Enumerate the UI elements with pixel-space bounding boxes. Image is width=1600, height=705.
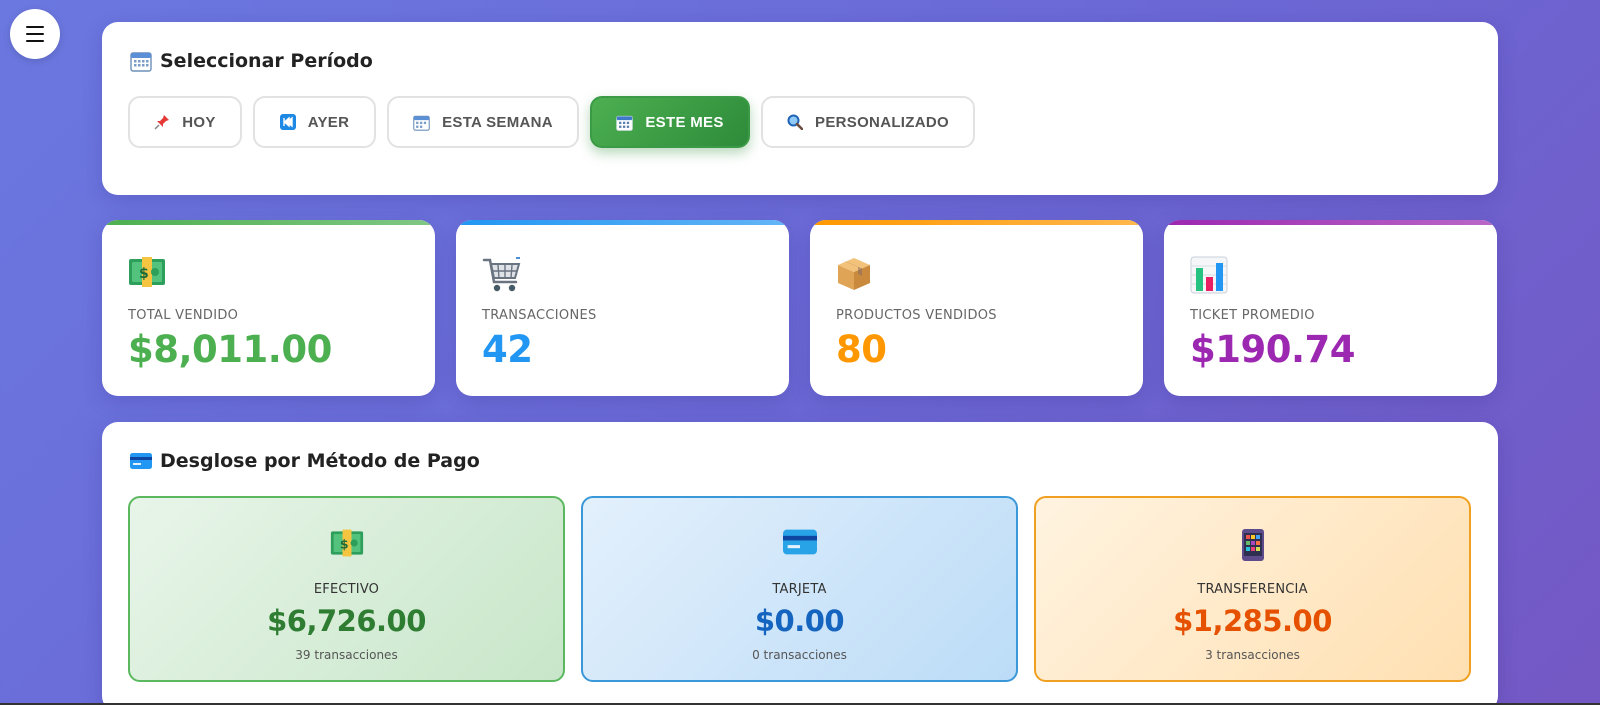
payment-card-tarjeta: TARJETA $0.00 0 transacciones xyxy=(581,496,1018,682)
stat-value: $190.74 xyxy=(1190,328,1356,371)
period-button-label: AYER xyxy=(307,113,350,131)
period-button-mes[interactable]: ESTE MES xyxy=(590,96,750,148)
period-button-hoy[interactable]: HOY xyxy=(128,96,242,148)
bar-chart-icon xyxy=(1190,256,1228,294)
payment-amount: $1,285.00 xyxy=(1173,604,1332,638)
period-button-label: ESTE MES xyxy=(645,113,724,131)
payment-title-text: Desglose por Método de Pago xyxy=(160,450,480,472)
payment-label: TARJETA xyxy=(772,582,827,597)
period-button-personalizado[interactable]: PERSONALIZADO xyxy=(761,96,975,148)
money-icon: $ xyxy=(129,257,165,287)
payment-label: EFECTIVO xyxy=(313,582,380,597)
stat-value: 80 xyxy=(836,328,887,371)
payment-count: 0 transacciones xyxy=(752,648,847,662)
mobile-phone-icon xyxy=(1241,529,1264,561)
stat-card-ticket-promedio: TICKET PROMEDIO $190.74 xyxy=(1164,220,1497,396)
payment-count: 39 transacciones xyxy=(295,648,398,662)
credit-card-icon xyxy=(782,529,817,555)
stat-label: PRODUCTOS VENDIDOS xyxy=(836,308,997,323)
hamburger-menu-icon xyxy=(26,26,44,42)
stat-value: 42 xyxy=(482,328,533,371)
period-button-label: HOY xyxy=(182,113,216,131)
period-button-row: HOY AYER ESTA SEMANA ESTE MES PERSONALIZ… xyxy=(128,96,975,148)
period-button-label: PERSONALIZADO xyxy=(815,113,949,131)
svg-text:$: $ xyxy=(139,266,149,282)
period-button-label: ESTA SEMANA xyxy=(442,113,553,131)
menu-button[interactable] xyxy=(10,9,60,59)
payment-label: TRANSFERENCIA xyxy=(1197,582,1308,597)
stat-value: $8,011.00 xyxy=(128,328,332,371)
magnifier-icon xyxy=(787,114,804,130)
period-title: Seleccionar Período xyxy=(130,50,373,72)
calendar-icon xyxy=(130,52,152,72)
payment-breakdown-panel: Desglose por Método de Pago $ EFECTIVO $… xyxy=(102,422,1498,705)
period-button-ayer[interactable]: AYER xyxy=(253,96,376,148)
stat-label: TRANSACCIONES xyxy=(482,308,597,323)
period-selector-panel: Seleccionar Período HOY AYER ESTA SEMANA xyxy=(102,22,1498,195)
svg-text:$: $ xyxy=(339,536,348,551)
payment-card-transferencia: TRANSFERENCIA $1,285.00 3 transacciones xyxy=(1034,496,1471,682)
payment-count: 3 transacciones xyxy=(1205,648,1300,662)
package-icon xyxy=(838,258,870,290)
stat-label: TICKET PROMEDIO xyxy=(1190,308,1315,323)
credit-card-icon xyxy=(130,453,152,469)
rewind-icon xyxy=(279,114,296,130)
calendar-icon xyxy=(616,115,634,131)
payment-card-efectivo: $ EFECTIVO $6,726.00 39 transacciones xyxy=(128,496,565,682)
pushpin-icon xyxy=(154,115,170,130)
shopping-cart-icon xyxy=(482,257,521,292)
stat-card-productos-vendidos: PRODUCTOS VENDIDOS 80 xyxy=(810,220,1143,396)
stat-label: TOTAL VENDIDO xyxy=(128,308,239,323)
calendar-icon xyxy=(413,115,430,131)
money-icon: $ xyxy=(330,529,363,557)
period-title-text: Seleccionar Período xyxy=(160,50,373,72)
stat-card-transacciones: TRANSACCIONES 42 xyxy=(456,220,789,396)
payment-title: Desglose por Método de Pago xyxy=(130,450,480,472)
payment-amount: $0.00 xyxy=(754,604,845,638)
period-button-semana[interactable]: ESTA SEMANA xyxy=(387,96,579,148)
payment-amount: $6,726.00 xyxy=(267,604,426,638)
stat-card-total-vendido: $ TOTAL VENDIDO $8,011.00 xyxy=(102,220,435,396)
